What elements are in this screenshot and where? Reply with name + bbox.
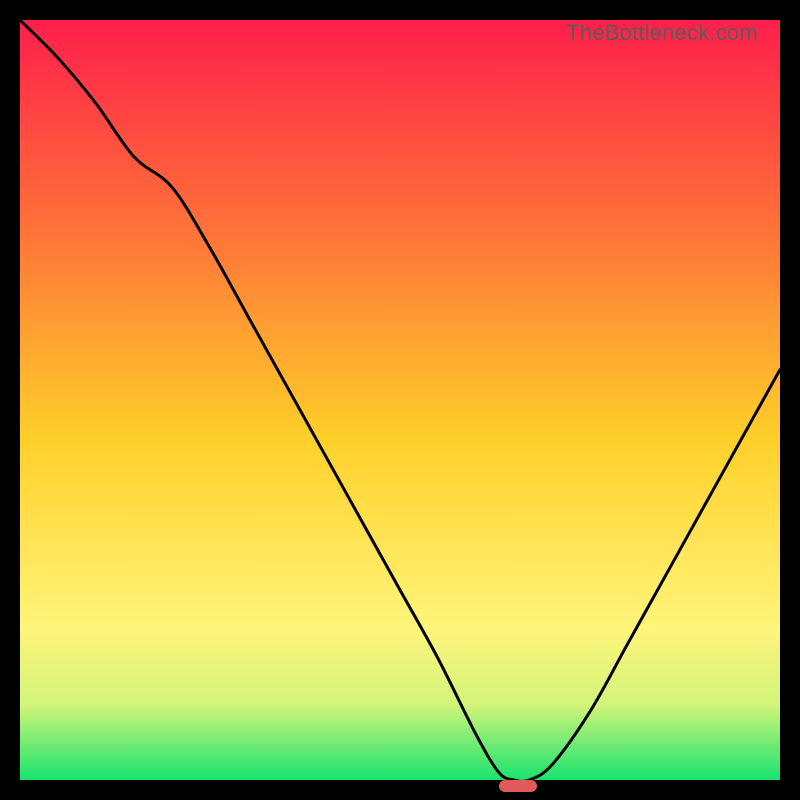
watermark-text: TheBottleneck.com (566, 20, 758, 46)
bottleneck-chart-svg (20, 20, 780, 780)
chart-frame: TheBottleneck.com (20, 20, 780, 780)
gradient-background (20, 20, 780, 780)
optimum-marker (499, 780, 537, 792)
